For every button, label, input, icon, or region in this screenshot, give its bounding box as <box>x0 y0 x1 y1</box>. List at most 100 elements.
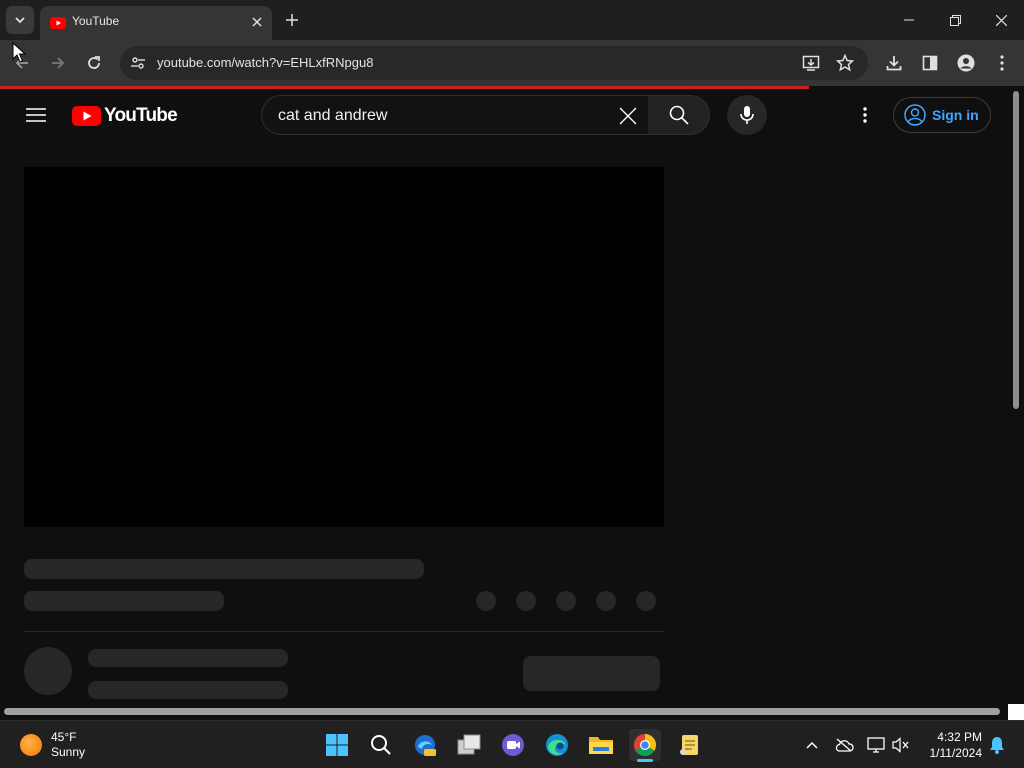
task-view-button[interactable] <box>453 729 485 761</box>
bell-icon <box>990 737 1004 754</box>
hidden-icons-button[interactable] <box>798 729 826 761</box>
action-placeholder <box>556 591 576 611</box>
site-settings-icon[interactable] <box>130 55 146 71</box>
volume-status[interactable] <box>888 729 914 761</box>
guide-menu-button[interactable] <box>24 105 48 125</box>
video-player[interactable] <box>24 167 664 527</box>
side-panel-icon <box>922 55 938 71</box>
action-placeholder <box>516 591 536 611</box>
channel-name-placeholder <box>88 649 288 667</box>
chevron-up-icon <box>806 741 818 749</box>
address-bar[interactable]: youtube.com/watch?v=EHLxfRNpgu8 <box>120 46 868 80</box>
active-app-indicator <box>637 759 653 762</box>
search-input[interactable]: cat and andrew <box>261 95 649 135</box>
youtube-logo[interactable]: YouTube <box>72 105 178 127</box>
tab-title: YouTube <box>72 14 120 28</box>
file-explorer-button[interactable] <box>585 729 617 761</box>
close-icon <box>995 14 1007 26</box>
hamburger-icon <box>26 108 46 122</box>
horizontal-scroll-thumb[interactable] <box>4 708 1000 715</box>
meet-icon <box>502 734 524 756</box>
browser-title-bar: YouTube <box>0 0 1024 40</box>
profile-icon <box>957 54 975 72</box>
logo-wordmark: YouTube <box>104 105 178 126</box>
action-placeholder <box>596 591 616 611</box>
forward-button[interactable] <box>44 49 72 77</box>
subscribe-placeholder <box>523 656 660 691</box>
youtube-page: YouTube cat and andrew Sign in <box>0 89 1008 703</box>
action-placeholder <box>476 591 496 611</box>
mouse-cursor-icon <box>12 42 26 63</box>
weather-widget[interactable]: 45°F Sunny <box>20 729 85 761</box>
close-icon <box>619 107 637 125</box>
weather-temp: 45°F <box>51 730 77 744</box>
windows-taskbar: 45°F Sunny 4:32 PM 1/11/2024 <box>0 720 1024 768</box>
profile-button[interactable] <box>952 49 980 77</box>
onedrive-status[interactable] <box>830 729 858 761</box>
file-explorer-icon <box>589 737 613 754</box>
title-placeholder <box>24 559 424 579</box>
tab-search-button[interactable] <box>6 6 34 34</box>
avatar-placeholder <box>24 647 72 695</box>
search-query[interactable]: cat and andrew <box>278 107 387 125</box>
vertical-scrollbar[interactable] <box>1010 89 1022 703</box>
sign-in-label: Sign in <box>932 107 979 123</box>
vertical-scroll-thumb[interactable] <box>1013 91 1019 409</box>
tab-close-button[interactable] <box>248 13 266 31</box>
network-icon <box>867 737 885 753</box>
plus-icon <box>286 14 298 26</box>
notifications-button[interactable] <box>984 729 1010 761</box>
action-placeholder <box>636 591 656 611</box>
reload-icon <box>88 56 100 69</box>
minimize-icon <box>904 19 914 21</box>
chrome-button[interactable] <box>629 729 661 762</box>
meet-button[interactable] <box>497 729 529 761</box>
chrome-icon <box>634 734 656 756</box>
horizontal-scrollbar[interactable] <box>0 703 1024 720</box>
edge-button[interactable] <box>541 729 573 761</box>
system-clock[interactable]: 4:32 PM 1/11/2024 <box>918 729 983 761</box>
edge-beta-button[interactable] <box>409 729 441 761</box>
weather-text: 45°F Sunny <box>51 730 85 760</box>
browser-menu-button[interactable] <box>988 49 1016 77</box>
search-button[interactable] <box>648 95 710 135</box>
channel-subs-placeholder <box>88 681 288 699</box>
install-app-icon[interactable] <box>802 54 820 72</box>
browser-tab[interactable]: YouTube <box>40 6 272 40</box>
sign-in-button[interactable]: Sign in <box>893 97 991 133</box>
close-window-button[interactable] <box>986 8 1016 32</box>
clear-search-button[interactable] <box>614 102 642 130</box>
youtube-play-icon <box>72 106 101 126</box>
restore-icon <box>949 14 961 26</box>
microphone-icon <box>740 106 754 124</box>
downloads-button[interactable] <box>880 49 908 77</box>
taskbar-search-button[interactable] <box>365 729 397 761</box>
divider <box>24 631 664 632</box>
voice-search-button[interactable] <box>727 95 767 135</box>
restore-button[interactable] <box>940 8 970 32</box>
search-icon <box>669 105 689 125</box>
windows-start-icon <box>326 734 348 756</box>
start-button[interactable] <box>321 729 353 761</box>
settings-menu-button[interactable] <box>853 103 877 127</box>
scrollbar-corner <box>1008 704 1024 720</box>
chevron-down-icon <box>15 17 25 24</box>
search-icon <box>371 735 391 755</box>
task-view-icon <box>457 734 481 755</box>
side-panel-button[interactable] <box>916 49 944 77</box>
weather-condition: Sunny <box>51 745 86 759</box>
bookmark-star-icon[interactable] <box>836 54 854 72</box>
edge-beta-icon <box>415 735 436 756</box>
reload-button[interactable] <box>80 49 108 77</box>
notepad-button[interactable] <box>673 729 705 761</box>
new-tab-button[interactable] <box>282 10 302 30</box>
youtube-favicon-icon <box>50 17 66 29</box>
cloud-offline-icon <box>835 738 854 752</box>
url-text[interactable]: youtube.com/watch?v=EHLxfRNpgu8 <box>157 55 373 70</box>
network-status[interactable] <box>862 729 890 761</box>
account-icon <box>904 104 926 126</box>
browser-toolbar: youtube.com/watch?v=EHLxfRNpgu8 <box>0 40 1024 86</box>
notepad-icon <box>680 735 698 755</box>
minimize-button[interactable] <box>894 8 924 32</box>
kebab-menu-icon <box>863 107 867 123</box>
